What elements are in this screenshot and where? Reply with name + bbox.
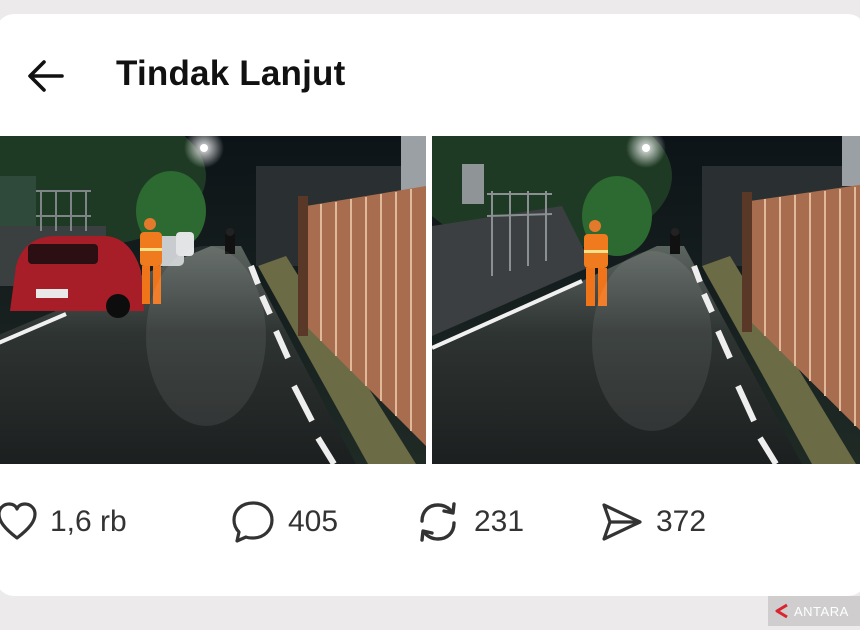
photo-gallery <box>0 136 860 464</box>
share-count: 372 <box>656 505 707 538</box>
arrow-left-icon <box>28 60 64 92</box>
antara-watermark: ANTARA <box>768 596 860 626</box>
street-photo-right-image <box>432 136 860 464</box>
post-header: Tindak Lanjut <box>0 14 860 134</box>
back-button[interactable] <box>24 56 68 96</box>
repost-button[interactable]: 231 <box>414 492 524 552</box>
repost-count: 231 <box>474 505 525 538</box>
share-button[interactable]: 372 <box>600 492 706 552</box>
heart-icon <box>0 502 37 540</box>
street-photo-right[interactable] <box>432 136 860 464</box>
page-title: Tindak Lanjut <box>116 54 346 93</box>
street-photo-left[interactable] <box>0 136 426 464</box>
watermark-text: ANTARA <box>794 603 849 619</box>
comment-bubble-icon <box>232 501 274 543</box>
comment-count: 405 <box>288 505 339 538</box>
send-icon <box>602 503 642 541</box>
repost-icon <box>420 502 456 542</box>
post-card: Tindak Lanjut 1,6 rb 405 231 372 <box>0 14 860 596</box>
like-button[interactable]: 1,6 rb <box>0 492 127 552</box>
street-photo-left-image <box>0 136 426 464</box>
comment-button[interactable]: 405 <box>230 492 338 552</box>
antara-logo-icon <box>775 603 788 619</box>
like-count: 1,6 rb <box>50 505 127 538</box>
engagement-bar: 1,6 rb 405 231 372 <box>0 492 860 552</box>
